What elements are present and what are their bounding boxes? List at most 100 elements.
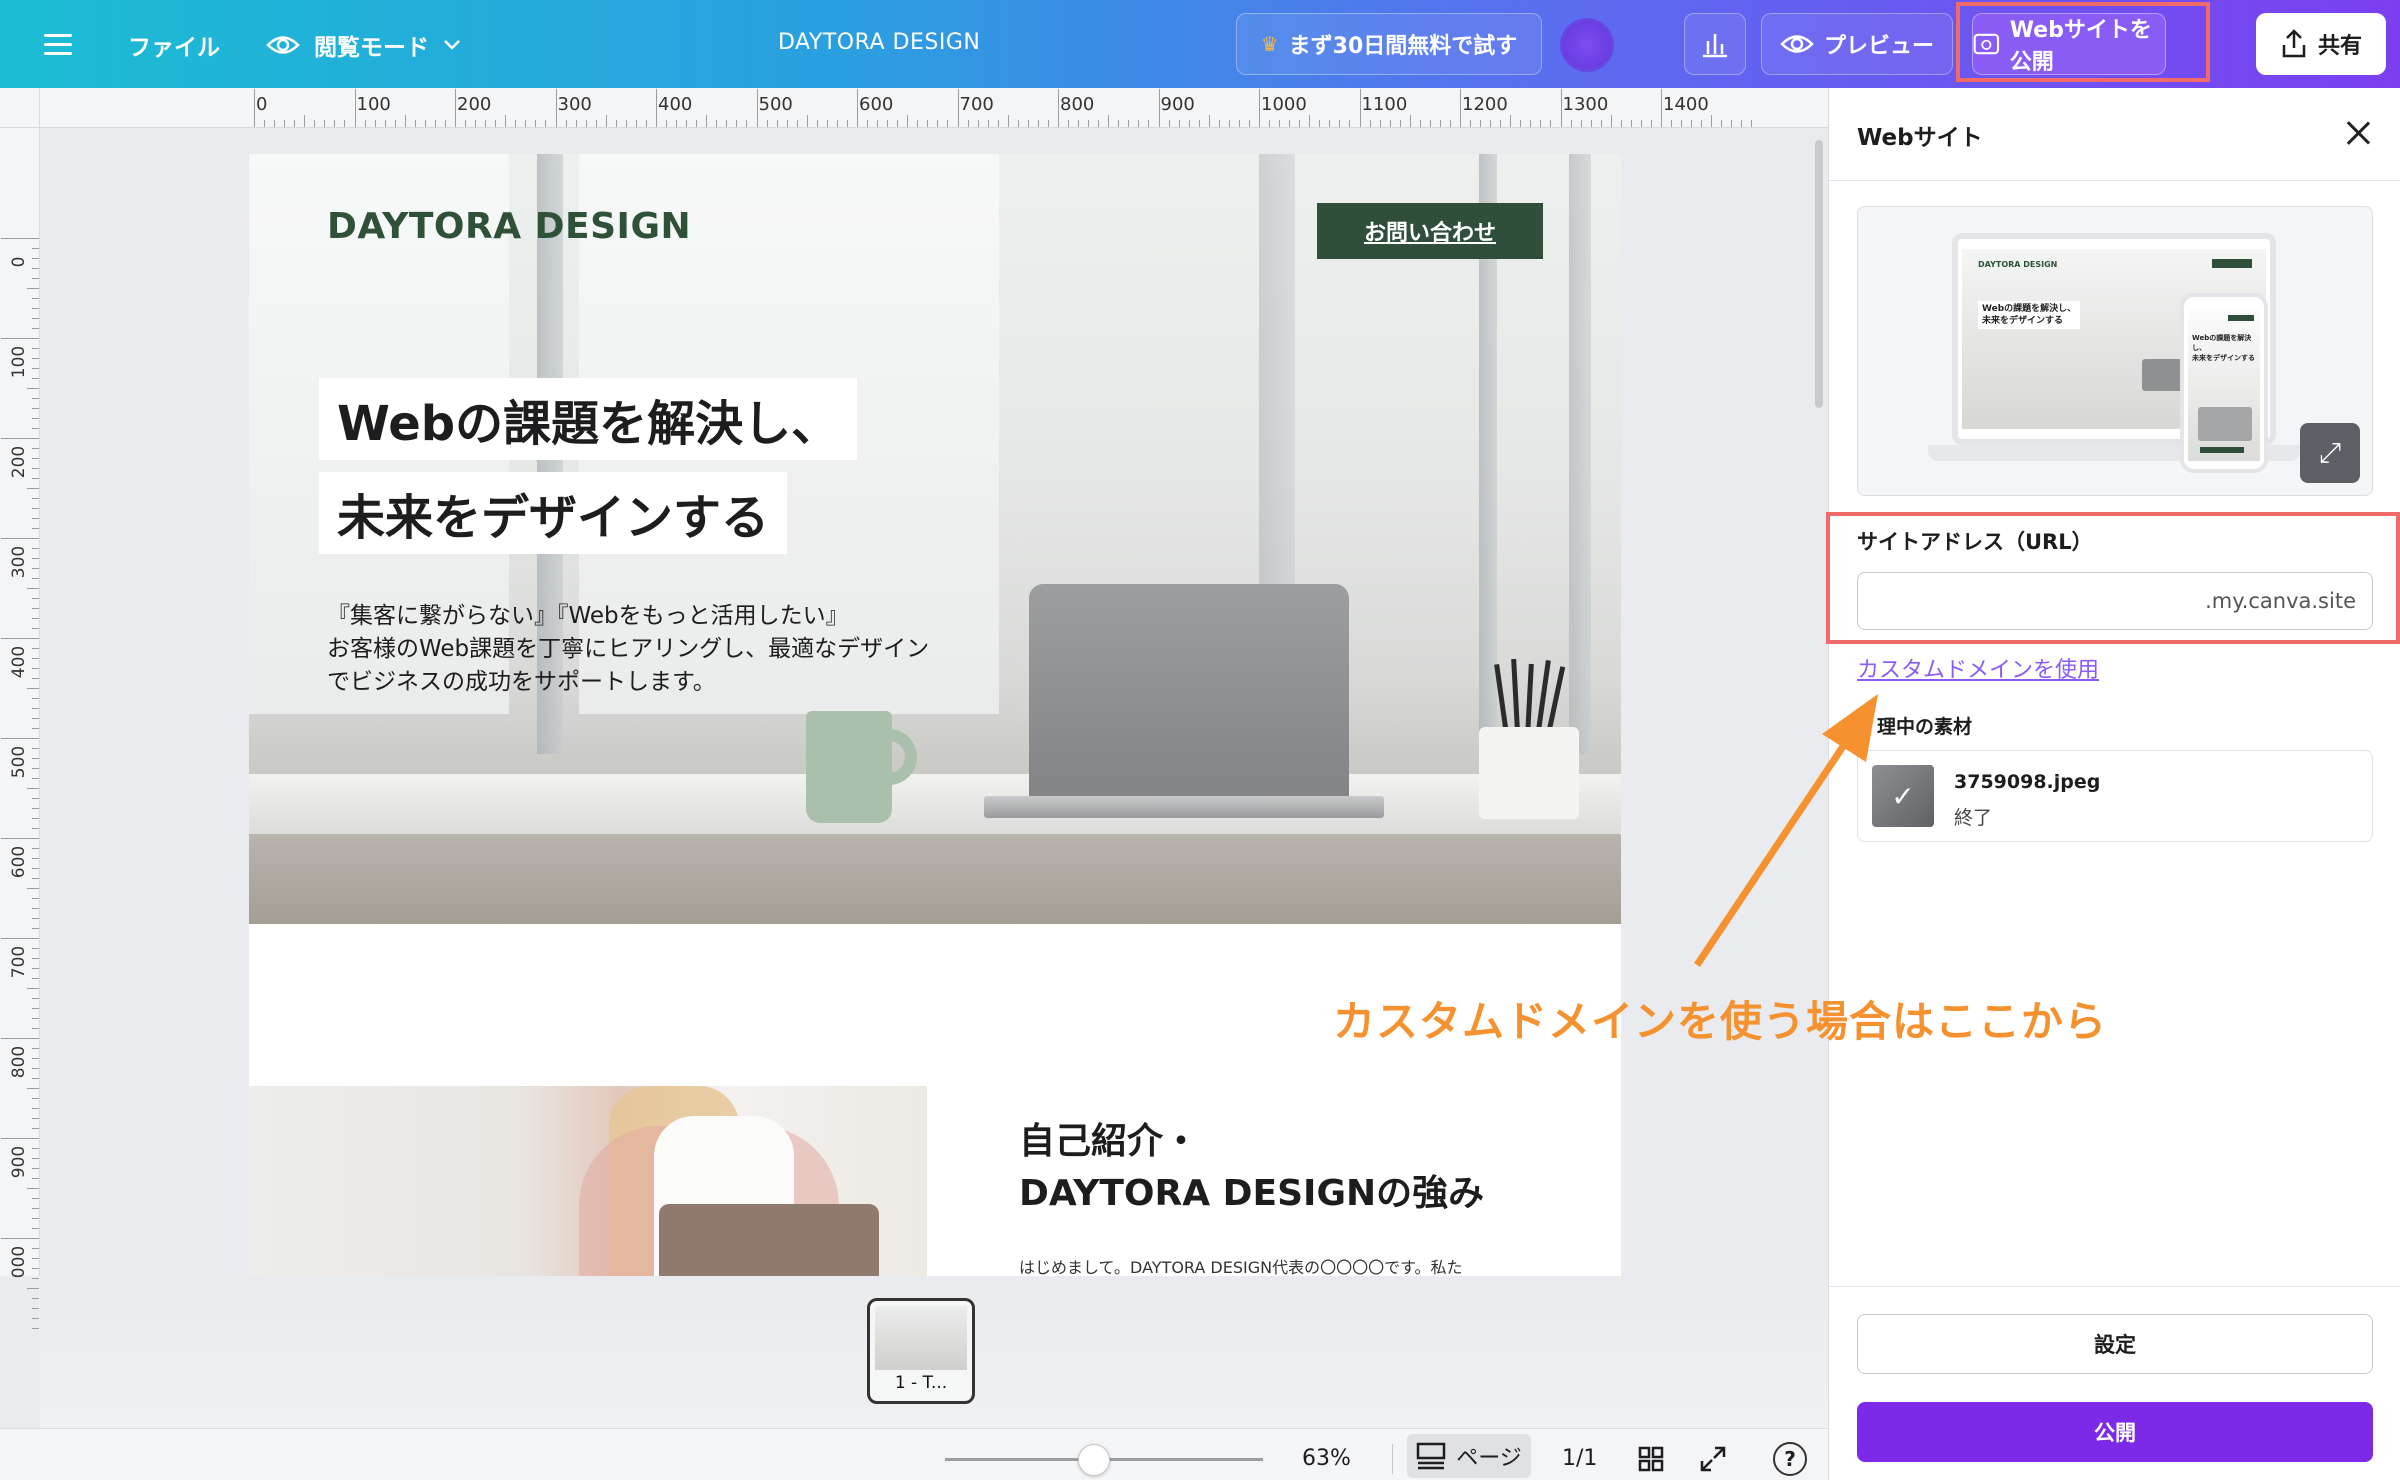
ruler-tick xyxy=(32,1098,39,1099)
ruler-tick xyxy=(927,120,929,127)
ruler-tick xyxy=(1299,120,1301,127)
ruler-left-label: 200 xyxy=(9,445,29,479)
document-title[interactable]: DAYTORA DESIGN xyxy=(778,30,980,55)
ruler-tick xyxy=(736,120,738,127)
ruler-tick xyxy=(32,258,39,259)
ruler-tick xyxy=(364,120,366,127)
ruler-tick xyxy=(274,120,276,127)
pages-button[interactable]: ページ xyxy=(1407,1434,1531,1478)
ruler-tick xyxy=(1037,120,1039,127)
ruler-tick xyxy=(1,738,39,739)
file-menu[interactable]: ファイル xyxy=(128,28,220,62)
bottom-divider xyxy=(1392,1444,1393,1474)
ruler-tick xyxy=(1007,115,1009,127)
ruler-tick xyxy=(27,488,39,489)
ruler-tick xyxy=(1580,120,1582,127)
ruler-tick xyxy=(625,120,627,127)
help-icon[interactable]: ? xyxy=(1773,1442,1807,1476)
canvas-scrollbar[interactable] xyxy=(1815,140,1823,408)
ruler-top-label: 1200 xyxy=(1462,94,1508,115)
ruler-tick xyxy=(1098,120,1100,127)
ruler-tick xyxy=(756,89,758,127)
ruler-tick xyxy=(867,120,869,127)
ruler-left-label: 500 xyxy=(9,745,29,779)
brand-logo: DAYTORA DESIGN xyxy=(327,206,692,247)
ruler-tick xyxy=(1681,120,1683,127)
ruler-tick xyxy=(615,120,617,127)
ruler-left-label: 400 xyxy=(9,645,29,679)
close-icon[interactable] xyxy=(2343,118,2373,148)
view-mode-dropdown[interactable]: 閲覧モード xyxy=(266,28,461,62)
ruler-top-label: 1100 xyxy=(1361,94,1408,115)
ruler-tick xyxy=(716,120,718,127)
analytics-button[interactable] xyxy=(1684,13,1746,75)
settings-button[interactable]: 設定 xyxy=(1857,1314,2373,1374)
ruler-tick xyxy=(997,120,999,127)
view-mode-label: 閲覧モード xyxy=(314,35,429,61)
ruler-tick xyxy=(32,558,39,559)
hamburger-menu-icon[interactable] xyxy=(40,26,76,62)
ruler-tick xyxy=(32,568,39,569)
design-page[interactable]: DAYTORA DESIGN お問い合わせ Webの課題を解決し、 未来をデザイ… xyxy=(249,154,1621,1276)
ruler-tick xyxy=(1550,120,1552,127)
ruler-tick xyxy=(1,938,39,939)
ruler-tick xyxy=(1620,120,1622,127)
ruler-tick xyxy=(32,928,39,929)
free-trial-button[interactable]: ♛ まず30日間無料で試す xyxy=(1236,13,1542,75)
ruler-tick xyxy=(32,1018,39,1019)
ruler-tick xyxy=(656,89,657,127)
vertical-ruler: 0 100 200 300 400 500 600 700 800 900 000 xyxy=(0,128,40,1329)
avatar[interactable] xyxy=(1560,18,1614,72)
ruler-left-label: 100 xyxy=(9,345,29,379)
ruler-tick xyxy=(32,1248,39,1249)
page-thumbnail[interactable]: 1 - T... xyxy=(867,1298,975,1404)
ruler-tick xyxy=(1228,120,1230,127)
site-preview[interactable]: DAYTORA DESIGN Webの課題を解決し、 未来をデザインする Web… xyxy=(1857,206,2373,496)
custom-domain-link[interactable]: カスタムドメインを使用 xyxy=(1857,652,2099,684)
ruler-tick xyxy=(645,120,647,127)
ruler-tick xyxy=(1198,120,1200,127)
ruler-tick xyxy=(1058,89,1059,127)
ruler-tick xyxy=(967,120,969,127)
ruler-tick xyxy=(545,120,547,127)
bottom-bar xyxy=(0,1428,1828,1480)
ruler-tick xyxy=(1,638,39,639)
ruler-tick xyxy=(816,120,818,127)
ruler-tick xyxy=(1108,115,1110,127)
ruler-tick xyxy=(32,248,39,249)
ruler-tick xyxy=(1168,120,1170,127)
ruler-tick xyxy=(776,120,778,127)
headline-line-2: 未来をデザインする xyxy=(319,472,788,554)
ruler-tick xyxy=(32,628,39,629)
ruler-tick xyxy=(1661,89,1662,127)
ruler-tick xyxy=(1319,120,1321,127)
ruler-tick xyxy=(32,898,39,899)
grid-view-icon[interactable] xyxy=(1634,1442,1668,1476)
ruler-left-label: 300 xyxy=(9,545,29,579)
ruler-top-label: 400 xyxy=(658,94,693,115)
ruler-tick xyxy=(32,648,39,649)
publish-button[interactable]: 公開 xyxy=(1857,1402,2373,1462)
contact-button[interactable]: お問い合わせ xyxy=(1317,203,1543,259)
ruler-tick xyxy=(32,1028,39,1029)
ruler-tick xyxy=(1439,120,1441,127)
fullscreen-icon[interactable] xyxy=(1696,1442,1730,1476)
ruler-tick xyxy=(414,120,416,127)
preview-button[interactable]: プレビュー xyxy=(1761,13,1953,75)
ruler-left-label: 0 xyxy=(9,256,29,268)
ruler-tick xyxy=(1540,120,1542,127)
ruler-tick xyxy=(796,120,798,127)
ruler-tick xyxy=(32,758,39,759)
zoom-level[interactable]: 63% xyxy=(1302,1446,1351,1471)
ruler-tick xyxy=(1078,120,1080,127)
ruler-tick xyxy=(515,120,517,127)
ruler-tick xyxy=(32,1318,39,1319)
expand-preview-icon[interactable]: ⤢ xyxy=(2300,423,2360,483)
ruler-tick xyxy=(32,978,39,979)
ruler-tick xyxy=(32,968,39,969)
ruler-tick xyxy=(32,918,39,919)
ruler-tick xyxy=(485,120,487,127)
share-button[interactable]: 共有 xyxy=(2256,13,2386,75)
ruler-tick xyxy=(455,89,456,127)
ruler-tick xyxy=(1339,120,1341,127)
